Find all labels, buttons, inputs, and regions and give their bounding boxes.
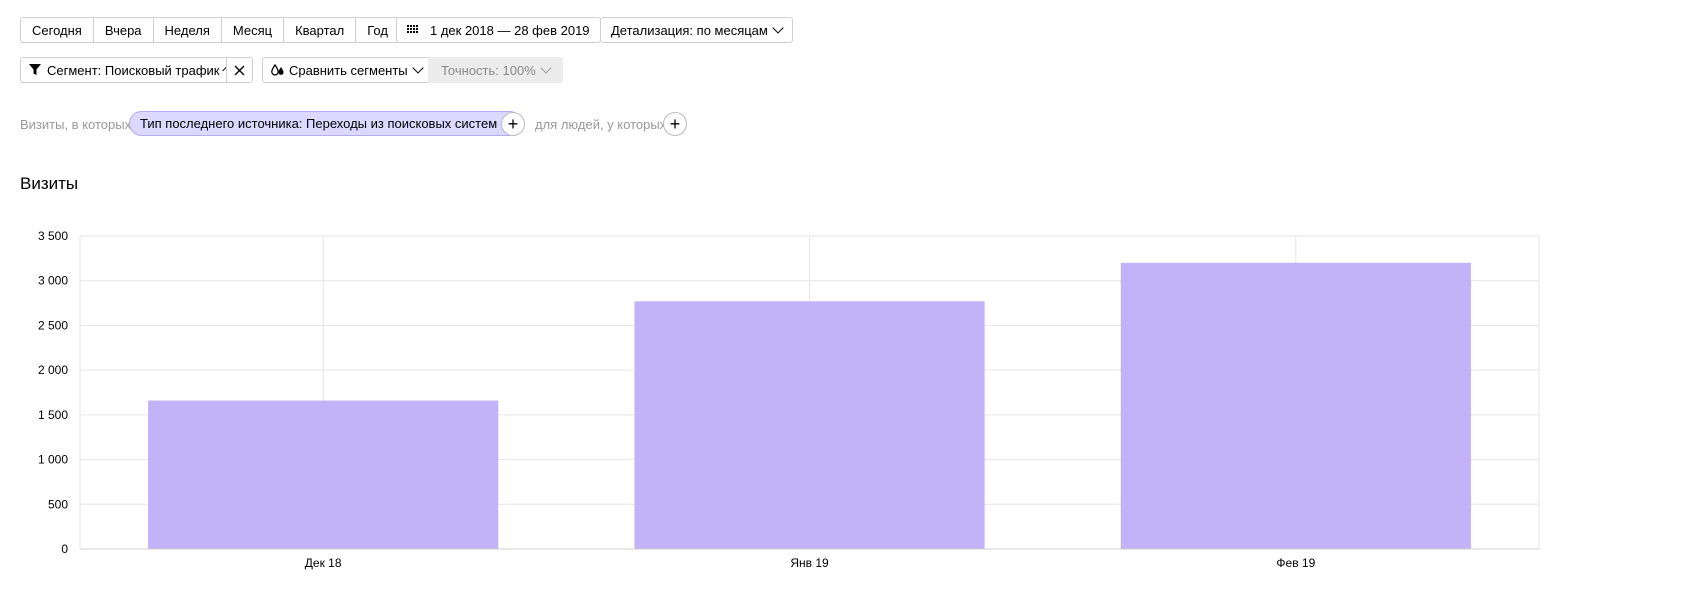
- y-tick-label: 1 500: [38, 408, 68, 422]
- y-tick-label: 500: [48, 497, 68, 511]
- x-tick-label: Янв 19: [790, 556, 829, 570]
- x-tick-label: Дек 18: [305, 556, 342, 570]
- y-tick-label: 0: [61, 542, 68, 556]
- bar: [148, 400, 499, 549]
- visits-bar-chart: 0 500 1 000 1 500 2 000 2 500 3 000 3 500 Дек 18…: [38, 229, 1540, 570]
- y-tick-label: 1 000: [38, 453, 68, 467]
- bar: [1120, 262, 1471, 549]
- y-tick-label: 2 000: [38, 363, 68, 377]
- x-tick-label: Фев 19: [1276, 556, 1315, 570]
- y-tick-label: 3 000: [38, 274, 68, 288]
- y-tick-label: 3 500: [38, 229, 68, 243]
- bar: [634, 301, 985, 549]
- y-tick-label: 2 500: [38, 318, 68, 332]
